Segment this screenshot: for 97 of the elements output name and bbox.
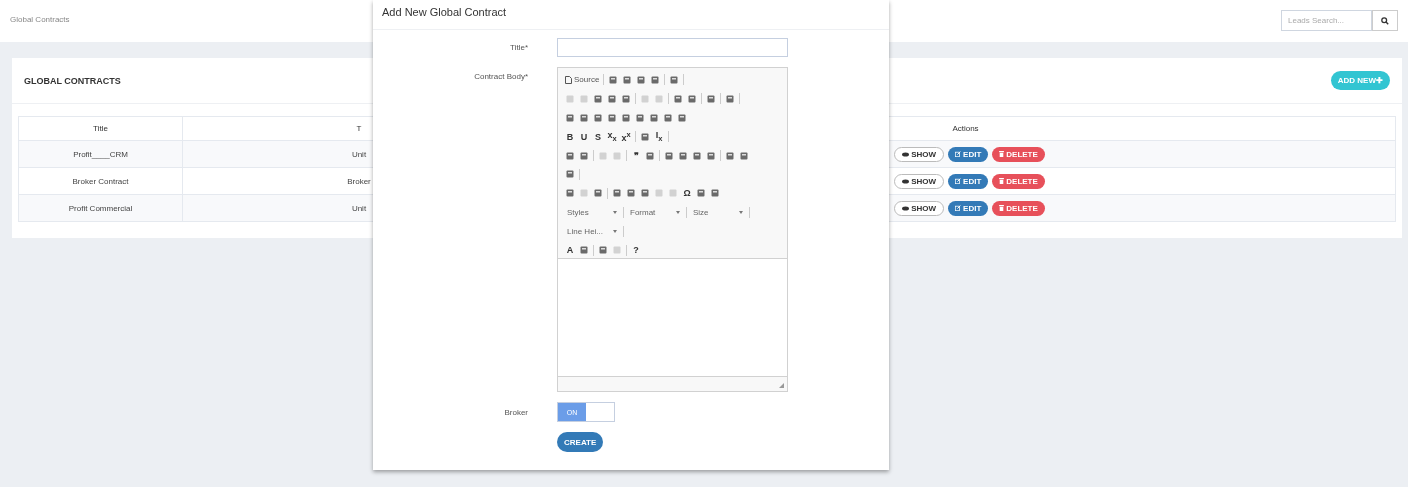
field-label: Contract Body* bbox=[473, 72, 528, 81]
toolbar-glyph-icon bbox=[566, 113, 574, 122]
toolbar-glyph-icon bbox=[697, 189, 705, 198]
toolbar-glyph-icon bbox=[707, 151, 715, 160]
toolbar-glyph-icon bbox=[566, 151, 574, 160]
card-title: GLOBAL CONTRACTS bbox=[24, 75, 121, 86]
toolbar-glyph-icon bbox=[594, 113, 602, 122]
toolbar-glyph-icon bbox=[740, 151, 748, 160]
pencil-icon bbox=[955, 205, 962, 211]
toolbar-glyph-icon bbox=[613, 246, 621, 255]
pencil-icon bbox=[955, 178, 962, 184]
toolbar-glyph-icon bbox=[613, 189, 621, 198]
toolbar-glyph-icon bbox=[566, 170, 574, 179]
toolbar-glyph-icon bbox=[594, 189, 602, 198]
table-cell: Profit Commercial bbox=[18, 194, 183, 222]
caret-icon bbox=[739, 210, 743, 214]
toolbar-glyph-icon bbox=[726, 151, 734, 160]
toolbar-glyph-icon bbox=[711, 189, 719, 198]
toolbar-glyph-icon bbox=[641, 132, 649, 141]
toolbar-glyph-icon bbox=[627, 189, 635, 198]
toolbar-dropdown[interactable]: Styles bbox=[565, 205, 619, 220]
edit-button[interactable]: EDIT bbox=[948, 146, 989, 162]
edit-button[interactable]: EDIT bbox=[948, 173, 989, 189]
caret-icon bbox=[676, 210, 680, 214]
search-icon bbox=[1381, 16, 1389, 25]
toolbar-glyph-icon bbox=[580, 189, 588, 198]
toolbar-glyph-icon bbox=[693, 151, 701, 160]
toolbar-button[interactable]: ❞ bbox=[631, 148, 641, 163]
trash-icon bbox=[999, 151, 1005, 157]
modal-title: Add New Global Contract bbox=[382, 5, 507, 18]
toolbar-glyph-icon bbox=[622, 94, 630, 103]
toolbar-glyph-icon bbox=[608, 94, 616, 103]
show-button[interactable]: SHOW bbox=[894, 146, 945, 162]
toolbar-glyph-icon bbox=[679, 151, 687, 160]
toolbar-glyph-icon bbox=[580, 151, 588, 160]
toolbar-button[interactable]: x$^{x}$ bbox=[621, 129, 631, 144]
toolbar-button[interactable]: I$_{x}$ bbox=[654, 129, 664, 144]
toolbar-glyph-icon bbox=[688, 94, 696, 103]
document-icon bbox=[565, 75, 572, 84]
toolbar-button[interactable]: B bbox=[565, 129, 575, 144]
column-header: Title bbox=[18, 116, 183, 141]
show-button[interactable]: SHOW bbox=[894, 200, 945, 216]
toolbar-button[interactable]: A bbox=[565, 243, 575, 258]
caret-icon bbox=[613, 210, 617, 214]
toolbar-button[interactable]: U bbox=[579, 129, 589, 144]
create-button[interactable]: CREATE bbox=[557, 432, 604, 452]
table-cell: Broker Contract bbox=[18, 167, 183, 195]
toolbar-glyph-icon bbox=[580, 113, 588, 122]
trash-icon bbox=[999, 178, 1005, 184]
toolbar-glyph-icon bbox=[646, 151, 654, 160]
toolbar-dropdown[interactable]: Size bbox=[691, 205, 745, 220]
edit-button[interactable]: EDIT bbox=[948, 200, 989, 216]
toolbar-button[interactable]: ? bbox=[631, 243, 641, 258]
toolbar-glyph-icon bbox=[636, 113, 644, 122]
toolbar-button[interactable]: x$_{x}$ bbox=[607, 129, 617, 144]
toolbar-button[interactable]: S bbox=[593, 129, 603, 144]
toolbar-glyph-icon bbox=[580, 246, 588, 255]
toolbar-glyph-icon bbox=[674, 94, 682, 103]
field-label: Broker bbox=[503, 407, 528, 417]
toolbar-glyph-icon bbox=[678, 113, 686, 122]
delete-button[interactable]: DELETE bbox=[992, 200, 1045, 216]
toolbar-glyph-icon bbox=[670, 75, 679, 84]
search-field[interactable]: Leads Search... bbox=[1281, 10, 1372, 31]
breadcrumb: Global Contracts bbox=[10, 14, 70, 24]
toolbar-glyph-icon bbox=[599, 246, 607, 255]
eye-icon bbox=[902, 205, 910, 211]
toolbar-glyph-icon bbox=[566, 189, 574, 198]
toolbar-dropdown[interactable]: Format bbox=[628, 205, 682, 220]
field-label: Title* bbox=[509, 43, 528, 52]
delete-button[interactable]: DELETE bbox=[992, 173, 1045, 189]
resize-handle-icon[interactable] bbox=[779, 383, 784, 388]
pencil-icon bbox=[955, 151, 962, 157]
toolbar-glyph-icon bbox=[650, 113, 658, 122]
eye-icon bbox=[902, 151, 910, 157]
eye-icon bbox=[902, 178, 910, 184]
toolbar-glyph-icon bbox=[726, 94, 734, 103]
toolbar-glyph-icon bbox=[665, 151, 673, 160]
caret-icon bbox=[613, 229, 617, 233]
toolbar-glyph-icon bbox=[664, 113, 672, 122]
toolbar-glyph-icon bbox=[707, 94, 715, 103]
toolbar-dropdown[interactable]: Line Hei... bbox=[565, 224, 619, 239]
toolbar-glyph-icon bbox=[608, 113, 616, 122]
toolbar-glyph-icon bbox=[594, 94, 602, 103]
toolbar-glyph-icon bbox=[651, 75, 660, 84]
toolbar-glyph-icon bbox=[609, 75, 618, 84]
toolbar-glyph-icon bbox=[622, 113, 630, 122]
toolbar-button[interactable]: Ω bbox=[682, 186, 692, 201]
show-button[interactable]: SHOW bbox=[894, 173, 945, 189]
source-button[interactable]: Source bbox=[565, 72, 600, 87]
toolbar-glyph-icon bbox=[641, 189, 649, 198]
title-input[interactable] bbox=[557, 38, 788, 57]
toolbar-glyph-icon bbox=[637, 75, 646, 84]
trash-icon bbox=[999, 205, 1005, 211]
delete-button[interactable]: DELETE bbox=[992, 146, 1045, 162]
search-button[interactable] bbox=[1372, 10, 1398, 31]
table-cell: Profit____CRM bbox=[18, 140, 183, 168]
toolbar-glyph-icon bbox=[623, 75, 632, 84]
